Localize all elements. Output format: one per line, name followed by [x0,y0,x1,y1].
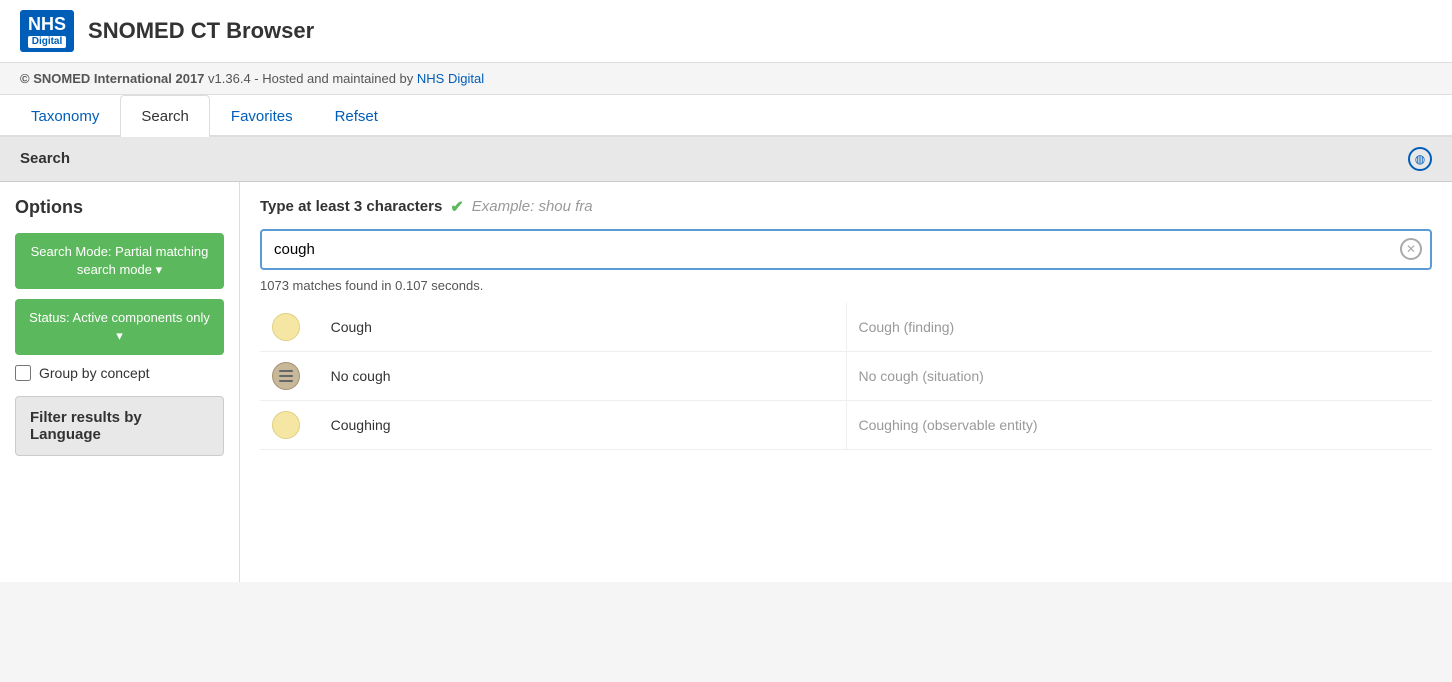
example-label: Example: shou fra [472,198,593,215]
tab-taxonomy[interactable]: Taxonomy [10,95,120,137]
main-content: Options Search Mode: Partial matching se… [0,182,1452,582]
result-name-cell: No cough [319,351,846,400]
result-type-cell: Coughing (observable entity) [846,400,1432,449]
result-icon-cell [260,400,319,449]
result-icon-cell [260,351,319,400]
search-input-container: ✕ [260,229,1432,270]
group-by-concept-checkbox[interactable] [15,365,31,381]
subtitle-bar: © SNOMED International 2017 v1.36.4 - Ho… [0,63,1452,95]
checkmark-icon: ✔ [450,197,463,217]
nhs-digital-link[interactable]: NHS Digital [417,71,484,86]
results-area: Type at least 3 characters ✔ Example: sh… [240,182,1452,582]
result-name-cell: Coughing [319,400,846,449]
search-input[interactable] [260,229,1432,270]
group-by-concept-label: Group by concept [39,365,150,381]
result-icon-cell [260,303,319,352]
sidebar: Options Search Mode: Partial matching se… [0,182,240,582]
version-text: v1.36.4 - Hosted and maintained by [208,71,413,86]
options-title: Options [15,197,224,218]
concept-icon-yellow [272,313,300,341]
table-row[interactable]: No cough No cough (situation) [260,351,1432,400]
tab-refset[interactable]: Refset [314,95,399,137]
search-panel-title: Search [20,150,70,167]
table-row[interactable]: Cough Cough (finding) [260,303,1432,352]
result-type-cell: Cough (finding) [846,303,1432,352]
clock-icon[interactable]: ◍ [1408,147,1432,171]
copyright-text: © SNOMED International 2017 [20,71,204,86]
concept-icon-yellow [272,411,300,439]
example-value: shou fra [538,198,592,215]
search-panel-header: Search ◍ [0,137,1452,182]
results-table: Cough Cough (finding) [260,303,1432,450]
status-button[interactable]: Status: Active components only ▾ [15,299,224,355]
results-count: 1073 matches found in 0.107 seconds. [260,278,1432,293]
group-by-concept-container: Group by concept [15,365,224,381]
header: NHS Digital SNOMED CT Browser [0,0,1452,63]
tab-search[interactable]: Search [120,95,210,137]
result-type: No cough (situation) [859,368,984,384]
filter-language-button[interactable]: Filter results by Language [15,396,224,456]
tab-favorites[interactable]: Favorites [210,95,314,137]
table-row[interactable]: Coughing Coughing (observable entity) [260,400,1432,449]
tabs-container: Taxonomy Search Favorites Refset [0,95,1452,137]
clear-search-icon[interactable]: ✕ [1400,238,1422,260]
instruction-text: Type at least 3 characters [260,198,442,215]
nhs-logo: NHS Digital [20,10,74,52]
result-name: Coughing [331,417,391,433]
app-title: SNOMED CT Browser [88,18,314,44]
result-name-cell: Cough [319,303,846,352]
concept-icon-lines [272,362,300,390]
result-type: Coughing (observable entity) [859,417,1038,433]
result-type: Cough (finding) [859,319,955,335]
type-instruction: Type at least 3 characters ✔ Example: sh… [260,197,1432,217]
result-name: Cough [331,319,372,335]
search-mode-button[interactable]: Search Mode: Partial matching search mod… [15,233,224,289]
result-type-cell: No cough (situation) [846,351,1432,400]
result-name: No cough [331,368,391,384]
